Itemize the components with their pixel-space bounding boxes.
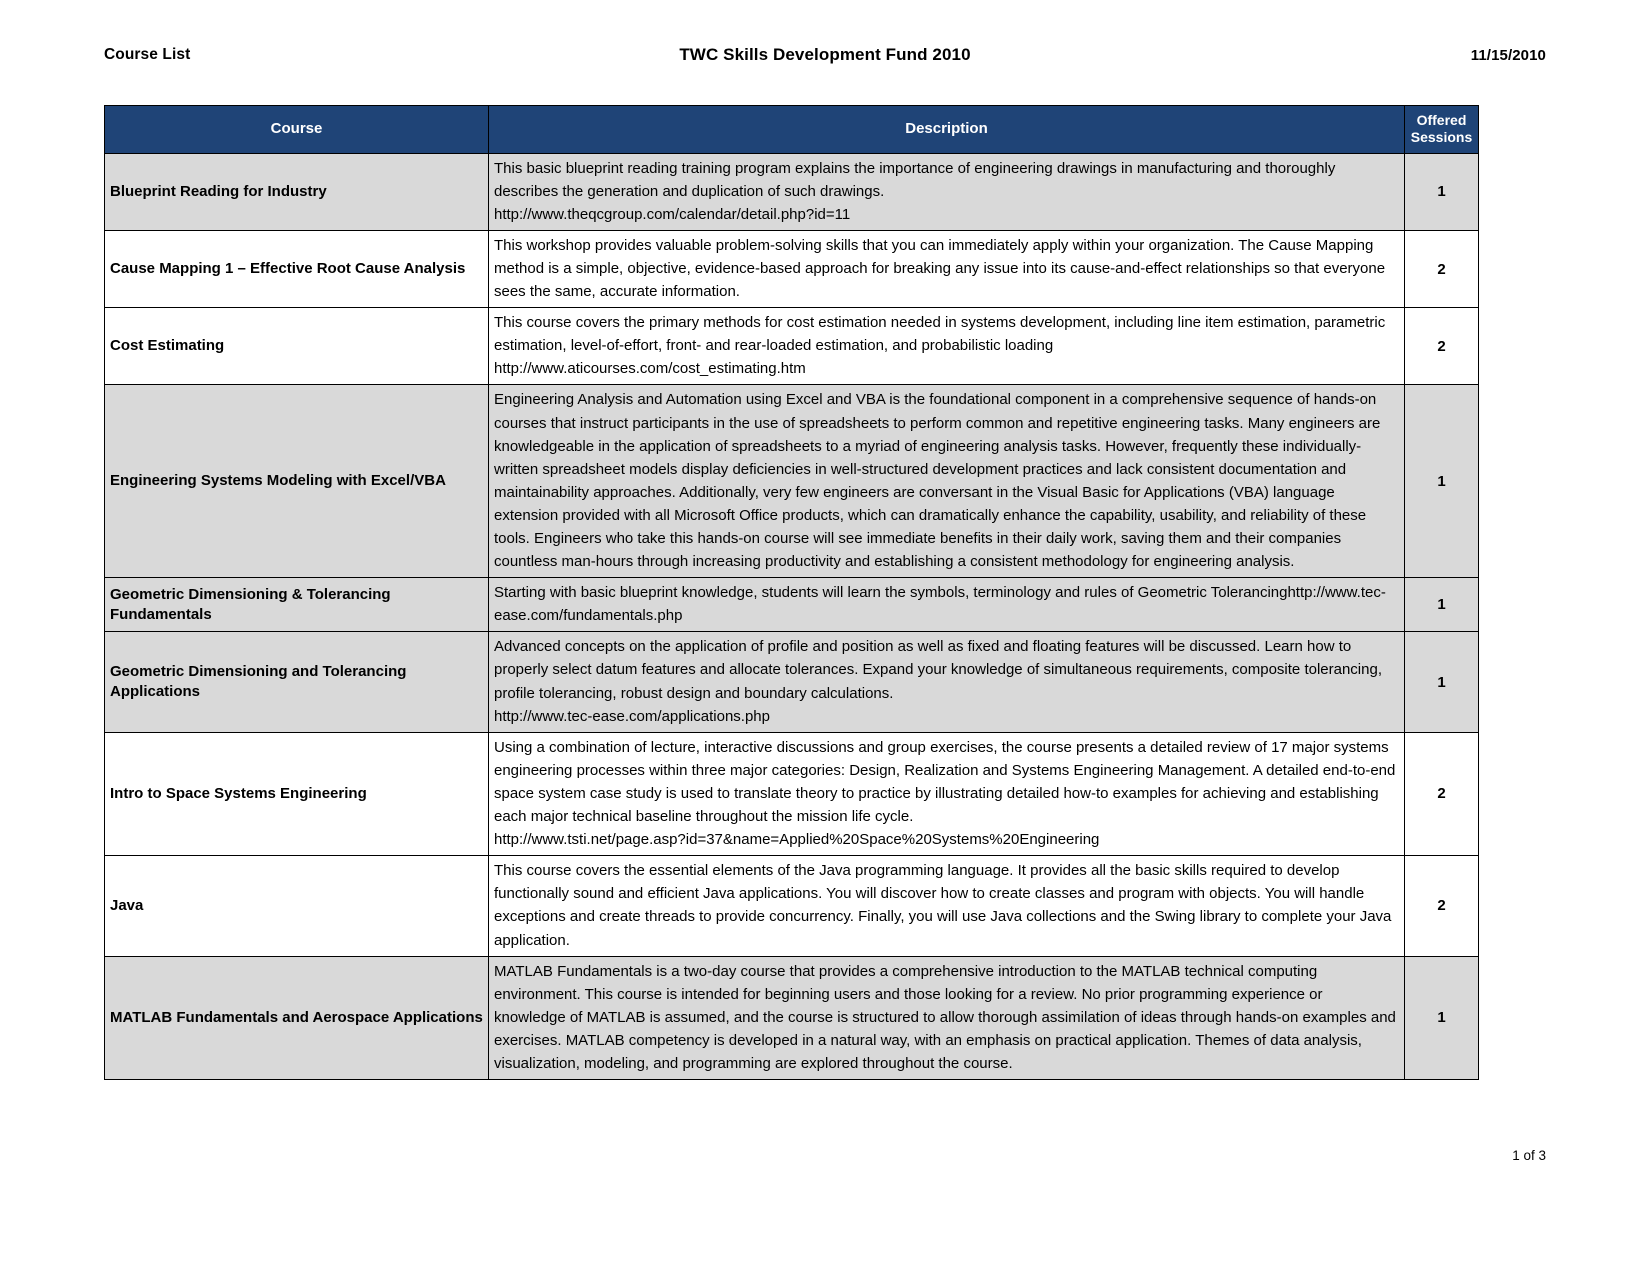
description-text: Starting with basic blueprint knowledge,…: [494, 584, 1386, 625]
course-name: MATLAB Fundamentals and Aerospace Applic…: [104, 955, 489, 1081]
description-text: Advanced concepts on the application of …: [494, 638, 1382, 702]
description-text: Engineering Analysis and Automation usin…: [494, 391, 1381, 571]
column-header-offered-sessions: Offered Sessions: [1404, 105, 1479, 154]
description-url: http://www.tec-ease.com/applications.php: [494, 707, 770, 725]
course-description: Starting with basic blueprint knowledge,…: [488, 577, 1405, 633]
course-description: This basic blueprint reading training pr…: [488, 152, 1405, 231]
course-name: Cost Estimating: [104, 307, 489, 386]
description-url: http://www.tsti.net/page.asp?id=37&name=…: [494, 831, 1100, 849]
course-description: MATLAB Fundamentals is a two-day course …: [488, 955, 1405, 1081]
description-text: This course covers the essential element…: [494, 862, 1392, 949]
offered-sessions-value: 1: [1404, 955, 1479, 1081]
page-title: TWC Skills Development Fund 2010: [679, 45, 971, 64]
page-header: Course List TWC Skills Development Fund …: [104, 42, 1546, 68]
table-body: Blueprint Reading for Industry This basi…: [104, 152, 1479, 1081]
offered-sessions-value: 2: [1404, 307, 1479, 386]
course-description: This course covers the essential element…: [488, 855, 1405, 957]
course-name: Cause Mapping 1 – Effective Root Cause A…: [104, 229, 489, 309]
table-row: Blueprint Reading for Industry This basi…: [104, 152, 1479, 231]
course-description: Engineering Analysis and Automation usin…: [488, 384, 1405, 579]
description-url: http://www.aticourses.com/cost_estimatin…: [494, 360, 806, 378]
course-description: Advanced concepts on the application of …: [488, 631, 1405, 733]
table-header-row: Course Description Offered Sessions: [104, 105, 1479, 154]
table-row: Geometric Dimensioning and Tolerancing A…: [104, 631, 1479, 733]
course-list-table: Course Description Offered Sessions Blue…: [104, 105, 1479, 1081]
table-row: Geometric Dimensioning & Tolerancing Fun…: [104, 577, 1479, 633]
description-text: This course covers the primary methods f…: [494, 314, 1386, 355]
document-page: Course List TWC Skills Development Fund …: [0, 0, 1650, 1275]
description-text: MATLAB Fundamentals is a two-day course …: [494, 962, 1396, 1072]
course-name: Intro to Space Systems Engineering: [104, 731, 489, 857]
description-text: Using a combination of lecture, interact…: [494, 738, 1396, 826]
offered-sessions-value: 1: [1404, 152, 1479, 231]
offered-sessions-value: 2: [1404, 229, 1479, 309]
description-url: http://www.theqcgroup.com/calendar/detai…: [494, 205, 851, 223]
table-row: Engineering Systems Modeling with Excel/…: [104, 384, 1479, 579]
course-name: Blueprint Reading for Industry: [104, 152, 489, 231]
offered-sessions-value: 1: [1404, 384, 1479, 579]
page-footer: 1 of 3: [104, 1148, 1546, 1163]
header-date: 11/15/2010: [1470, 46, 1546, 64]
table-row: Cause Mapping 1 – Effective Root Cause A…: [104, 229, 1479, 309]
column-header-course: Course: [104, 105, 489, 154]
header-left-label: Course List: [104, 46, 191, 63]
course-name: Engineering Systems Modeling with Excel/…: [104, 384, 489, 579]
offered-sessions-value: 2: [1404, 855, 1479, 957]
course-name: Geometric Dimensioning & Tolerancing Fun…: [104, 577, 489, 633]
description-text: This workshop provides valuable problem-…: [494, 236, 1386, 301]
column-header-offered-line2: Sessions: [1410, 128, 1473, 145]
course-description: Using a combination of lecture, interact…: [488, 731, 1405, 857]
offered-sessions-value: 1: [1404, 631, 1479, 733]
course-name: Java: [104, 855, 489, 957]
description-text: This basic blueprint reading training pr…: [494, 159, 1336, 200]
table-row: Intro to Space Systems Engineering Using…: [104, 731, 1479, 857]
table-row: Cost Estimating This course covers the p…: [104, 307, 1479, 386]
course-description: This course covers the primary methods f…: [488, 307, 1405, 386]
offered-sessions-value: 2: [1404, 731, 1479, 857]
column-header-offered-line1: Offered: [1416, 112, 1467, 128]
offered-sessions-value: 1: [1404, 577, 1479, 633]
course-description: This workshop provides valuable problem-…: [488, 229, 1405, 309]
table-header: Course Description Offered Sessions: [104, 105, 1479, 154]
course-name: Geometric Dimensioning and Tolerancing A…: [104, 631, 489, 733]
column-header-description: Description: [488, 105, 1405, 154]
page-number: 1 of 3: [1512, 1148, 1546, 1163]
table-row: Java This course covers the essential el…: [104, 855, 1479, 957]
table-row: MATLAB Fundamentals and Aerospace Applic…: [104, 955, 1479, 1081]
